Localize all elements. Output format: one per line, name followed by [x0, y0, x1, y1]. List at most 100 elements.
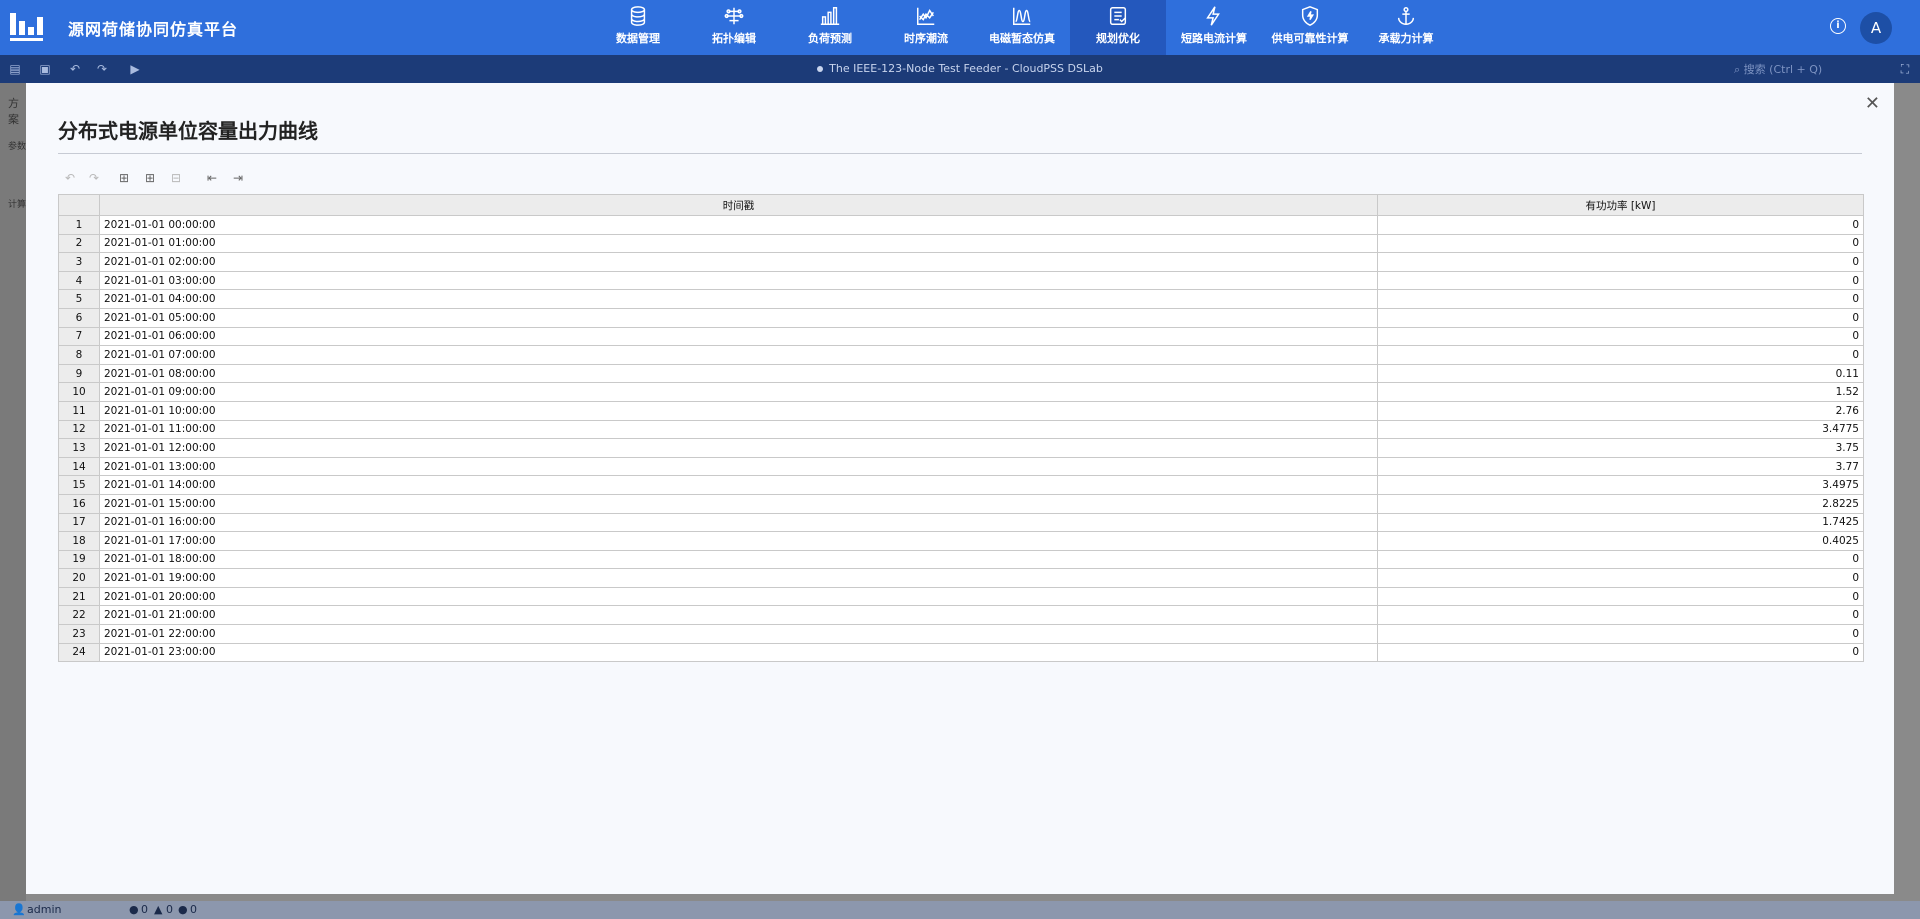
nav-item-reliability[interactable]: 供电可靠性计算 [1262, 0, 1358, 55]
insert-column-icon[interactable]: ⊞ [142, 171, 158, 185]
cell-active-power[interactable]: 0 [1377, 568, 1864, 588]
search-icon: ⌕ [1734, 63, 1741, 76]
cell-active-power[interactable]: 3.4775 [1377, 419, 1864, 440]
header-timestamp[interactable]: 时间戳 [99, 194, 1378, 216]
nav-item-load-forecast[interactable]: 负荷预测 [782, 0, 878, 55]
cell-active-power[interactable]: 0 [1377, 345, 1864, 365]
cell-active-power[interactable]: 0 [1377, 586, 1864, 607]
cell-active-power[interactable]: 1.7425 [1377, 512, 1864, 533]
close-icon[interactable]: ✕ [1865, 93, 1880, 114]
cell-timestamp[interactable]: 2021-01-01 21:00:00 [99, 605, 1378, 626]
anchor-icon [1397, 7, 1415, 25]
cell-timestamp[interactable]: 2021-01-01 17:00:00 [99, 531, 1378, 551]
delete-row-icon[interactable]: ⊟ [168, 171, 184, 185]
app-title: 源网荷储协同仿真平台 [68, 20, 239, 39]
cell-active-power[interactable]: 0 [1377, 549, 1864, 570]
export-icon[interactable]: ⇥ [230, 171, 246, 185]
cell-timestamp[interactable]: 2021-01-01 02:00:00 [99, 252, 1378, 272]
cell-timestamp[interactable]: 2021-01-01 11:00:00 [99, 419, 1378, 440]
nav-item-topology-edit[interactable]: 拓扑编辑 [686, 0, 782, 55]
cell-active-power[interactable]: 2.8225 [1377, 493, 1864, 514]
cell-active-power[interactable]: 0 [1377, 252, 1864, 272]
nav-label: 规划优化 [1096, 32, 1140, 45]
nav-item-planning-optimization[interactable]: 规划优化 [1070, 0, 1166, 55]
table-row: 22 2021-01-01 21:00:00 0 [58, 605, 1864, 626]
table-row: 24 2021-01-01 23:00:00 0 [58, 642, 1864, 663]
cell-timestamp[interactable]: 2021-01-01 03:00:00 [99, 270, 1378, 291]
left-panel-section-calc: 计算 [8, 200, 27, 210]
table-row: 4 2021-01-01 03:00:00 0 [58, 270, 1864, 291]
cell-timestamp[interactable]: 2021-01-01 22:00:00 [99, 624, 1378, 644]
cell-timestamp[interactable]: 2021-01-01 19:00:00 [99, 568, 1378, 588]
nav-item-data-management[interactable]: 数据管理 [590, 0, 686, 55]
cell-active-power[interactable]: 0 [1377, 624, 1864, 644]
info-icon[interactable]: i [1830, 18, 1846, 34]
cell-timestamp[interactable]: 2021-01-01 01:00:00 [99, 233, 1378, 254]
import-icon[interactable]: ⇤ [204, 171, 220, 185]
cell-active-power[interactable]: 0.11 [1377, 363, 1864, 384]
cell-timestamp[interactable]: 2021-01-01 07:00:00 [99, 345, 1378, 365]
table-row: 3 2021-01-01 02:00:00 0 [58, 252, 1864, 272]
row-index: 5 [58, 289, 100, 309]
search-placeholder: 搜索 (Ctrl + Q) [1743, 63, 1823, 76]
nav-item-hosting-capacity[interactable]: 承载力计算 [1358, 0, 1454, 55]
cell-timestamp[interactable]: 2021-01-01 06:00:00 [99, 326, 1378, 347]
cell-active-power[interactable]: 0.4025 [1377, 531, 1864, 551]
status-infos: 0 [190, 903, 197, 916]
cell-active-power[interactable]: 0 [1377, 642, 1864, 663]
cell-timestamp[interactable]: 2021-01-01 00:00:00 [99, 215, 1378, 235]
cell-timestamp[interactable]: 2021-01-01 20:00:00 [99, 586, 1378, 607]
cell-timestamp[interactable]: 2021-01-01 08:00:00 [99, 363, 1378, 384]
cell-active-power[interactable]: 0 [1377, 307, 1864, 328]
cell-timestamp[interactable]: 2021-01-01 16:00:00 [99, 512, 1378, 533]
cell-active-power[interactable]: 0 [1377, 326, 1864, 347]
left-panel-tab[interactable]: 方案 [8, 95, 26, 127]
undo-icon[interactable]: ↶ [62, 171, 78, 185]
cell-active-power[interactable]: 0 [1377, 289, 1864, 309]
cell-timestamp[interactable]: 2021-01-01 12:00:00 [99, 438, 1378, 458]
cell-timestamp[interactable]: 2021-01-01 15:00:00 [99, 493, 1378, 514]
cell-active-power[interactable]: 0 [1377, 605, 1864, 626]
cell-timestamp[interactable]: 2021-01-01 13:00:00 [99, 456, 1378, 477]
cell-active-power[interactable]: 0 [1377, 215, 1864, 235]
cell-timestamp[interactable]: 2021-01-01 05:00:00 [99, 307, 1378, 328]
cell-active-power[interactable]: 1.52 [1377, 382, 1864, 402]
nav-item-em-transient[interactable]: 电磁暂态仿真 [974, 0, 1070, 55]
status-user: admin [27, 903, 62, 916]
cell-timestamp[interactable]: 2021-01-01 18:00:00 [99, 549, 1378, 570]
insert-row-icon[interactable]: ⊞ [116, 171, 132, 185]
table-row: 5 2021-01-01 04:00:00 0 [58, 289, 1864, 309]
cell-active-power[interactable]: 3.75 [1377, 438, 1864, 458]
cell-timestamp[interactable]: 2021-01-01 09:00:00 [99, 382, 1378, 402]
cell-active-power[interactable]: 3.77 [1377, 456, 1864, 477]
redo-icon[interactable]: ↷ [86, 171, 102, 185]
header-active-power[interactable]: 有功功率 [kW] [1377, 194, 1864, 216]
cell-timestamp[interactable]: 2021-01-01 14:00:00 [99, 475, 1378, 495]
cell-active-power[interactable]: 0 [1377, 233, 1864, 254]
cell-timestamp[interactable]: 2021-01-01 23:00:00 [99, 642, 1378, 663]
row-index: 21 [58, 586, 100, 607]
nav-label: 负荷预测 [808, 32, 852, 45]
nav-item-time-series-flow[interactable]: 时序潮流 [878, 0, 974, 55]
nav-item-short-circuit[interactable]: 短路电流计算 [1166, 0, 1262, 55]
user-avatar[interactable]: A [1860, 12, 1892, 44]
table-row: 12 2021-01-01 11:00:00 3.4775 [58, 419, 1864, 440]
table-row: 7 2021-01-01 06:00:00 0 [58, 326, 1864, 347]
row-index: 9 [58, 363, 100, 384]
document-title: The IEEE-123-Node Test Feeder - CloudPSS… [0, 62, 1920, 75]
data-table: 时间戳 有功功率 [kW] 1 2021-01-01 00:00:00 0 2 2021… [58, 194, 1864, 663]
cell-active-power[interactable]: 2.76 [1377, 400, 1864, 421]
table-row: 11 2021-01-01 10:00:00 2.76 [58, 400, 1864, 421]
row-index: 4 [58, 270, 100, 291]
table-header-row: 时间戳 有功功率 [kW] [58, 194, 1864, 216]
document-title-text: The IEEE-123-Node Test Feeder - CloudPSS… [829, 62, 1103, 75]
cell-active-power[interactable]: 0 [1377, 270, 1864, 291]
cell-timestamp[interactable]: 2021-01-01 10:00:00 [99, 400, 1378, 421]
cell-timestamp[interactable]: 2021-01-01 04:00:00 [99, 289, 1378, 309]
table-row: 2 2021-01-01 01:00:00 0 [58, 233, 1864, 254]
table-row: 18 2021-01-01 17:00:00 0.4025 [58, 531, 1864, 551]
cell-active-power[interactable]: 3.4975 [1377, 475, 1864, 495]
fullscreen-icon[interactable]: ⛶ [1898, 62, 1912, 76]
search-input[interactable]: ⌕ 搜索 (Ctrl + Q) [1734, 61, 1822, 77]
data-table-container: 时间戳 有功功率 [kW] 1 2021-01-01 00:00:00 0 2 2021… [58, 194, 1864, 663]
